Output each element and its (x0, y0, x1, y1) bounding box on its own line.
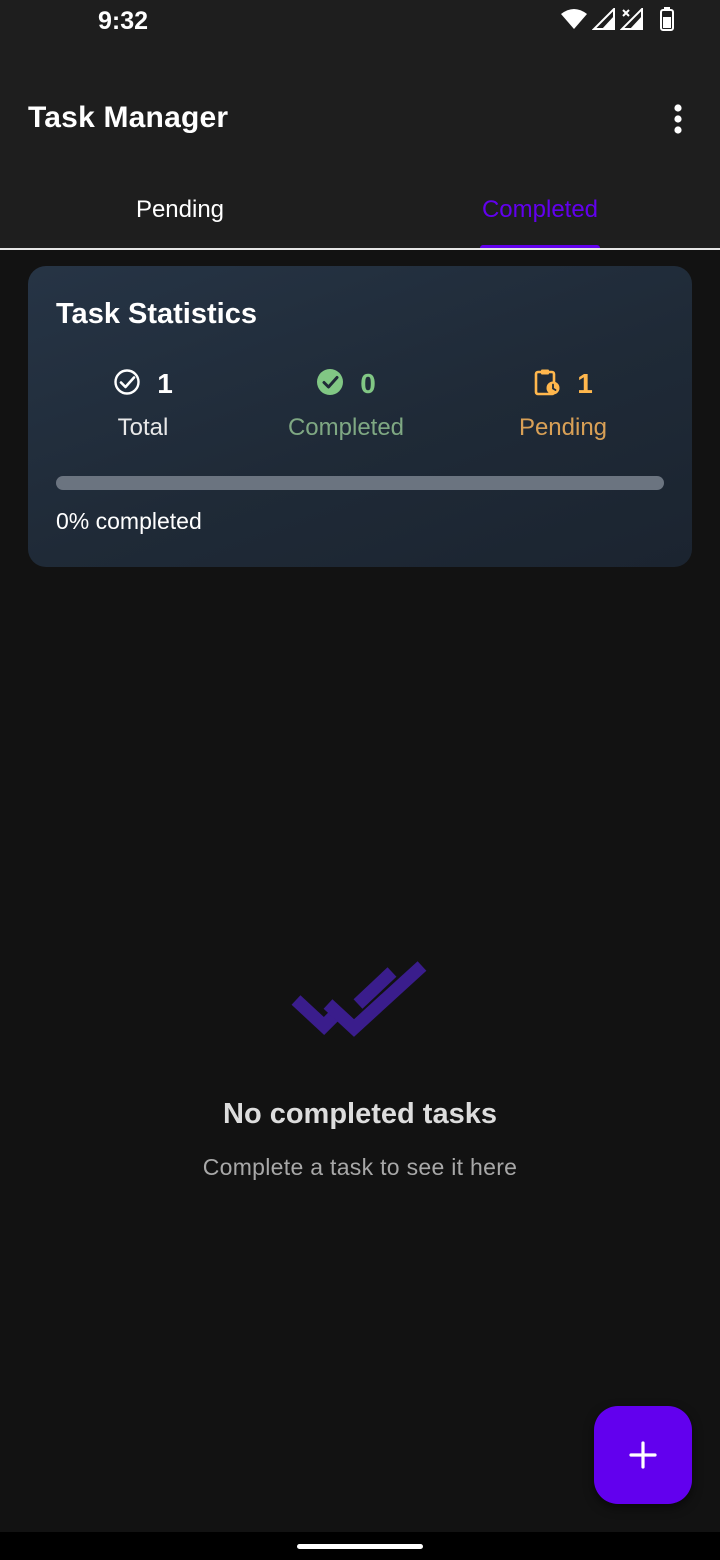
app-title: Task Manager (28, 101, 229, 134)
empty-state-title: No completed tasks (223, 1098, 497, 1130)
signal-icon (591, 6, 616, 35)
stat-total: 1 Total (53, 364, 233, 442)
empty-state-subtitle: Complete a task to see it here (202, 1154, 518, 1180)
status-icons (560, 6, 674, 36)
stat-completed: 0 Completed (256, 364, 436, 442)
system-nav-bar (0, 1532, 720, 1560)
home-indicator[interactable] (297, 1544, 423, 1549)
stat-pending: 1 Pending (473, 364, 653, 442)
check-circle-icon (316, 368, 344, 401)
more-vert-icon (674, 104, 682, 134)
tab-pending-label: Pending (135, 196, 225, 223)
card-title: Task Statistics (56, 298, 257, 330)
progress-bar (56, 476, 664, 490)
status-bar: 9:32 (0, 0, 720, 44)
check-circle-outline-icon (113, 368, 141, 401)
more-options-button[interactable] (658, 99, 698, 139)
stat-completed-value: 0 (360, 368, 376, 399)
stat-total-label: Total (117, 414, 169, 441)
tab-completed[interactable]: Completed (360, 180, 720, 250)
wifi-icon (560, 8, 588, 35)
signal-icon (619, 6, 644, 35)
tab-bar: Pending Completed (0, 180, 720, 250)
done-all-icon (291, 961, 427, 1037)
stat-pending-label: Pending (518, 414, 608, 441)
task-statistics-card: Task Statistics 1 Total 0 Completed 1 Pe… (28, 266, 692, 567)
battery-icon (660, 6, 674, 36)
tabs-divider (0, 248, 720, 250)
tab-completed-label: Completed (481, 196, 599, 223)
app-bar: Task Manager Pending Completed (0, 44, 720, 250)
status-time: 9:32 (98, 7, 149, 35)
tab-pending[interactable]: Pending (0, 180, 360, 250)
stat-completed-label: Completed (287, 414, 405, 441)
stat-pending-value: 1 (577, 368, 593, 399)
progress-text: 0% completed (56, 508, 202, 534)
pending-actions-icon (533, 368, 561, 401)
screen: 9:32 Task Manager Pending Completed Task… (0, 0, 720, 1560)
stat-total-value: 1 (157, 368, 173, 399)
add-icon (629, 1441, 657, 1469)
add-task-button[interactable] (594, 1406, 692, 1504)
